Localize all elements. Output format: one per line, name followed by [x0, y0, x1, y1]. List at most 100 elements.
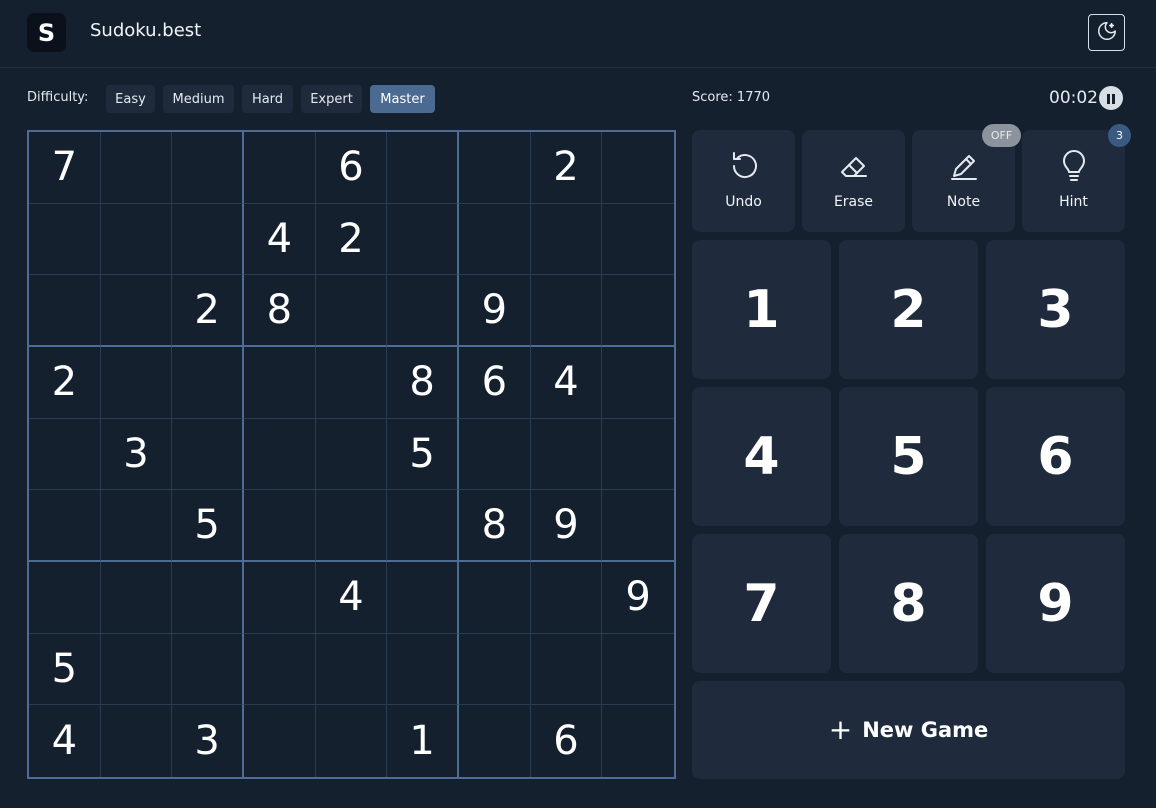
board-cell[interactable] — [530, 561, 603, 634]
board-cell[interactable] — [101, 705, 173, 777]
number-7-button[interactable]: 7 — [692, 534, 831, 673]
board-cell[interactable] — [29, 275, 101, 347]
board-cell[interactable] — [100, 490, 173, 562]
board-cell[interactable]: 2 — [315, 203, 388, 276]
board-cell[interactable] — [315, 490, 388, 562]
board-cell[interactable]: 7 — [29, 132, 101, 204]
board-cell[interactable] — [530, 633, 603, 706]
board-cell[interactable]: 3 — [100, 418, 173, 491]
difficulty-easy-button[interactable]: Easy — [106, 85, 155, 113]
number-9-button[interactable]: 9 — [986, 534, 1125, 673]
board-cell[interactable] — [243, 132, 316, 204]
board-cell[interactable] — [602, 132, 674, 204]
board-cell[interactable]: 9 — [530, 490, 603, 562]
board-cell[interactable]: 4 — [315, 561, 388, 634]
pause-button[interactable] — [1099, 86, 1123, 110]
board-cell[interactable] — [315, 418, 388, 491]
board-cell[interactable] — [315, 275, 388, 347]
board-cell[interactable] — [172, 132, 244, 204]
board-cell[interactable] — [243, 490, 316, 562]
board-cell[interactable] — [29, 203, 101, 276]
site-title[interactable]: Sudoku.best — [90, 20, 201, 41]
board-cell[interactable] — [29, 418, 101, 491]
board-cell[interactable] — [602, 275, 674, 347]
board-cell[interactable]: 5 — [172, 490, 244, 562]
board-cell[interactable] — [458, 203, 531, 276]
number-2-button[interactable]: 2 — [839, 240, 978, 379]
board-cell[interactable] — [602, 204, 674, 276]
new-game-button[interactable]: + New Game — [692, 681, 1125, 779]
board-cell[interactable] — [602, 634, 674, 706]
difficulty-expert-button[interactable]: Expert — [301, 85, 362, 113]
board-cell[interactable] — [100, 132, 173, 204]
board-cell[interactable] — [29, 490, 101, 562]
number-1-button[interactable]: 1 — [692, 240, 831, 379]
board-cell[interactable] — [243, 561, 316, 634]
board-cell[interactable] — [530, 203, 603, 276]
board-cell[interactable]: 9 — [458, 275, 531, 347]
board-cell[interactable] — [458, 132, 531, 204]
board-cell[interactable]: 2 — [530, 132, 603, 204]
board-cell[interactable]: 2 — [29, 346, 101, 419]
board-cell[interactable] — [243, 418, 316, 491]
board-cell[interactable] — [315, 346, 388, 419]
number-6-button[interactable]: 6 — [986, 387, 1125, 526]
board-cell[interactable] — [387, 275, 459, 347]
logo[interactable]: S — [27, 13, 66, 52]
board-cell[interactable] — [243, 633, 316, 706]
board-cell[interactable]: 8 — [387, 346, 459, 419]
difficulty-master-button[interactable]: Master — [370, 85, 435, 113]
board-cell[interactable] — [458, 418, 531, 491]
board-cell[interactable] — [172, 203, 244, 276]
board-cell[interactable] — [387, 633, 459, 706]
board-cell[interactable] — [172, 418, 244, 491]
board-cell[interactable]: 5 — [387, 418, 459, 491]
board-cell[interactable]: 9 — [602, 562, 674, 634]
board-cell[interactable] — [387, 561, 459, 634]
board-cell[interactable]: 3 — [172, 705, 244, 777]
board-cell[interactable]: 4 — [243, 203, 316, 276]
board-cell[interactable] — [244, 705, 316, 777]
board-cell[interactable] — [315, 633, 388, 706]
board-cell[interactable]: 8 — [243, 275, 316, 347]
theme-toggle-button[interactable] — [1088, 14, 1125, 51]
board-cell[interactable] — [459, 705, 531, 777]
board-cell[interactable] — [530, 275, 603, 347]
number-4-button[interactable]: 4 — [692, 387, 831, 526]
board-cell[interactable] — [387, 132, 459, 204]
board-cell[interactable] — [458, 561, 531, 634]
board-cell[interactable] — [458, 633, 531, 706]
number-8-button[interactable]: 8 — [839, 534, 978, 673]
board-cell[interactable]: 5 — [29, 633, 101, 706]
board-cell[interactable] — [602, 490, 674, 562]
board-cell[interactable] — [602, 419, 674, 491]
board-cell[interactable] — [100, 346, 173, 419]
board-cell[interactable] — [530, 418, 603, 491]
board-cell[interactable] — [172, 346, 244, 419]
board-cell[interactable]: 4 — [29, 705, 101, 777]
board-cell[interactable]: 8 — [458, 490, 531, 562]
board-cell[interactable] — [387, 490, 459, 562]
number-5-button[interactable]: 5 — [839, 387, 978, 526]
board-cell[interactable] — [100, 633, 173, 706]
board-cell[interactable]: 4 — [530, 346, 603, 419]
board-cell[interactable] — [172, 633, 244, 706]
board-cell[interactable] — [243, 346, 316, 419]
board-cell[interactable] — [100, 561, 173, 634]
board-cell[interactable]: 6 — [458, 346, 531, 419]
board-cell[interactable] — [172, 561, 244, 634]
board-cell[interactable] — [316, 705, 388, 777]
board-cell[interactable]: 1 — [387, 705, 459, 777]
undo-button[interactable]: Undo — [692, 130, 795, 232]
number-3-button[interactable]: 3 — [986, 240, 1125, 379]
board-cell[interactable]: 6 — [315, 132, 388, 204]
board-cell[interactable] — [602, 705, 674, 777]
difficulty-medium-button[interactable]: Medium — [163, 85, 234, 113]
board-cell[interactable]: 6 — [531, 705, 603, 777]
difficulty-hard-button[interactable]: Hard — [242, 85, 293, 113]
board-cell[interactable] — [100, 275, 173, 347]
hint-button[interactable]: Hint — [1022, 130, 1125, 232]
board-cell[interactable] — [602, 347, 674, 419]
erase-button[interactable]: Erase — [802, 130, 905, 232]
board-cell[interactable] — [29, 561, 101, 634]
